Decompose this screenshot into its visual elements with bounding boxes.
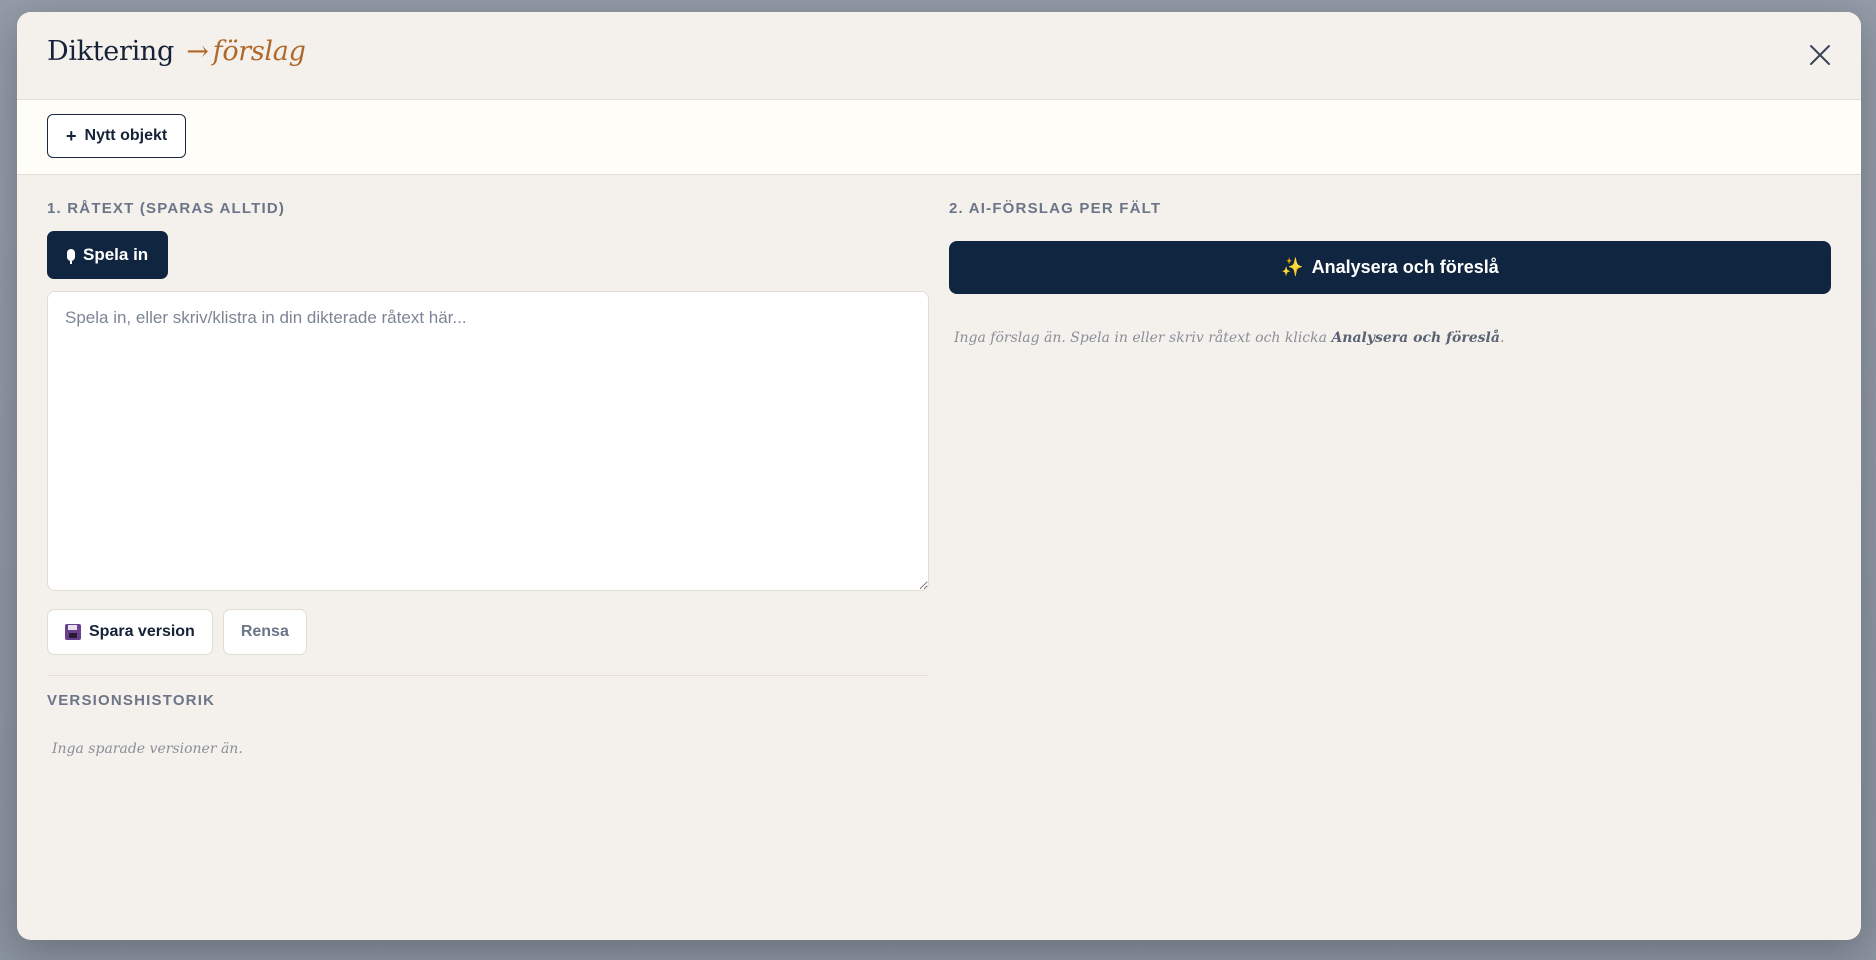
sparkles-icon: ✨ [1281,257,1304,277]
clear-label: Rensa [240,623,289,640]
close-button[interactable] [1807,42,1833,68]
analyze-label: Analysera och föreslå [1311,257,1499,277]
version-history-empty: Inga sparade versioner än. [52,741,243,757]
suggestions-empty-suffix: . [1499,330,1505,346]
modal-title-main: Diktering [47,36,174,67]
raw-text-column: 1. RÅTEXT (SPARAS ALLTID) Spela in Spara… [47,199,929,757]
microphone-icon [67,249,75,264]
suggestions-empty-prefix: Inga förslag än. Spela in eller skriv rå… [954,330,1332,346]
clear-button[interactable]: Rensa [222,609,307,655]
modal-title-arrow: → [186,36,209,67]
toolbar: + Nytt objekt [17,100,1861,175]
suggestions-empty-action: Analysera och föreslå [1331,330,1500,346]
close-icon [1810,45,1830,65]
suggestions-empty: Inga förslag än. Spela in eller skriv rå… [954,330,1831,346]
modal-header: Diktering → förslag [17,12,1861,100]
suggestions-column: 2. AI-FÖRSLAG PER FÄLT ✨ Analysera och f… [949,199,1831,346]
divider [47,675,929,676]
modal-content: 1. RÅTEXT (SPARAS ALLTID) Spela in Spara… [17,175,1861,940]
dictation-modal: Diktering → förslag + Nytt objekt 1. RÅTE… [17,12,1861,940]
modal-title: Diktering → förslag [47,36,306,67]
record-button[interactable]: Spela in [47,231,169,279]
new-object-label: Nytt objekt [84,127,168,144]
modal-title-accent: förslag [212,36,306,67]
version-history-label: VERSIONSHISTORIK [47,692,216,709]
raw-text-input[interactable] [47,291,929,591]
save-version-button[interactable]: Spara version [47,609,213,655]
floppy-disk-icon [65,624,81,640]
record-label: Spela in [83,245,149,264]
new-object-button[interactable]: + Nytt objekt [47,114,187,158]
suggestions-section-label: 2. AI-FÖRSLAG PER FÄLT [949,200,1162,217]
plus-icon: + [66,126,77,146]
save-version-label: Spara version [89,623,195,640]
raw-text-section-label: 1. RÅTEXT (SPARAS ALLTID) [47,200,286,217]
analyze-button[interactable]: ✨ Analysera och föreslå [949,241,1831,294]
raw-text-actions: Spara version Rensa [47,609,929,655]
